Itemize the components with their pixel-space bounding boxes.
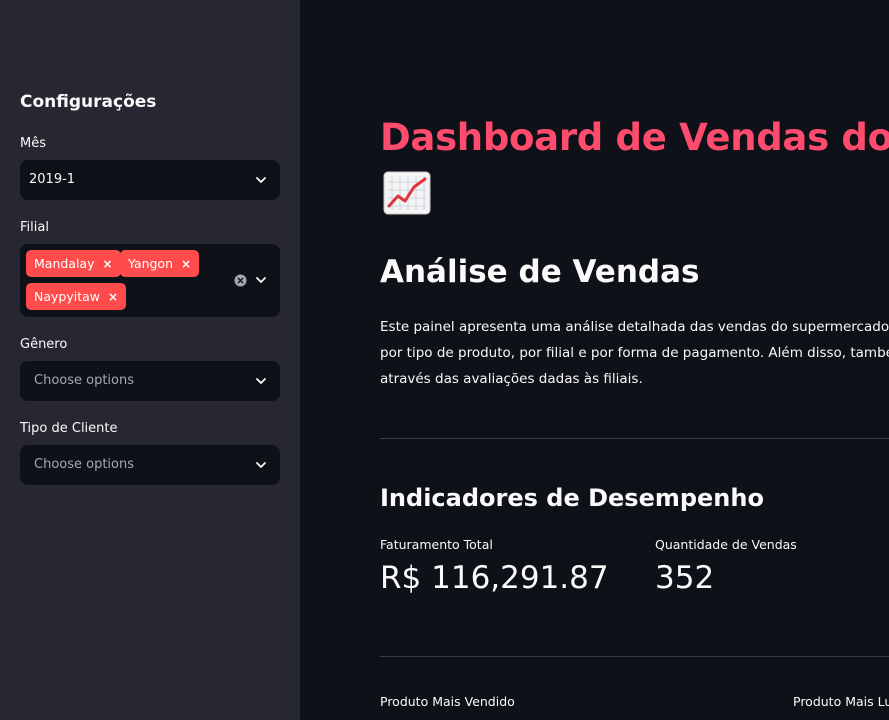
- customer-type-placeholder: Choose options: [34, 457, 135, 472]
- chevron-down-icon: [256, 462, 266, 468]
- chevron-down-icon: [256, 378, 266, 384]
- gender-placeholder: Choose options: [34, 373, 135, 388]
- branch-label: Filial: [20, 220, 49, 235]
- metric-value-sales-count: 352: [655, 560, 715, 596]
- tag-label: Mandalay: [34, 256, 95, 271]
- metric-value-revenue: R$ 116,291.87: [380, 560, 609, 596]
- kpi-heading: Indicadores de Desempenho: [380, 484, 764, 512]
- app: Configurações Mês 2019-1 Filial Mandalay…: [0, 0, 889, 720]
- gender-label: Gênero: [20, 337, 68, 352]
- metric-label-revenue: Faturamento Total: [380, 537, 493, 552]
- sidebar-title: Configurações: [20, 92, 157, 112]
- branch-tag-mandalay: Mandalay ×: [26, 250, 121, 277]
- metric-label-sales-count: Quantidade de Vendas: [655, 537, 797, 552]
- description-line: por tipo de produto, por filial e por fo…: [380, 345, 889, 361]
- main-content: Dashboard de Vendas do Supermercado Anál…: [300, 0, 889, 720]
- section-heading: Análise de Vendas: [380, 254, 700, 290]
- description-line: através das avaliações dadas às filiais.: [380, 371, 643, 387]
- branch-tag-yangon: Yangon ×: [120, 250, 200, 277]
- month-label: Mês: [20, 136, 46, 151]
- sidebar: Configurações Mês 2019-1 Filial Mandalay…: [0, 0, 300, 720]
- branch-multiselect[interactable]: Mandalay × Yangon × Naypyitaw ×: [20, 244, 280, 317]
- month-select[interactable]: 2019-1: [20, 160, 280, 200]
- divider: [380, 656, 889, 657]
- month-select-value: 2019-1: [29, 172, 76, 187]
- branch-tag-naypyitaw: Naypyitaw ×: [26, 283, 127, 310]
- page-title: Dashboard de Vendas do Supermercado: [380, 116, 889, 159]
- most-profitable-product-label: Produto Mais Lu: [793, 694, 889, 709]
- tag-label: Naypyitaw: [34, 289, 100, 304]
- customer-type-multiselect[interactable]: Choose options: [20, 445, 280, 485]
- chevron-down-icon: [256, 177, 266, 183]
- top-product-label: Produto Mais Vendido: [380, 694, 515, 709]
- tag-label: Yangon: [128, 256, 174, 271]
- remove-tag-icon[interactable]: ×: [181, 257, 191, 271]
- divider: [380, 438, 889, 439]
- description-paragraph: Este painel apresenta uma análise detalh…: [380, 314, 889, 392]
- chart-increasing-icon: [383, 171, 431, 215]
- chevron-down-icon[interactable]: [254, 273, 268, 287]
- description-line: Este painel apresenta uma análise detalh…: [380, 319, 889, 335]
- customer-type-label: Tipo de Cliente: [20, 421, 118, 436]
- remove-tag-icon[interactable]: ×: [103, 257, 113, 271]
- remove-tag-icon[interactable]: ×: [108, 290, 118, 304]
- clear-all-icon[interactable]: [234, 274, 247, 287]
- gender-multiselect[interactable]: Choose options: [20, 361, 280, 401]
